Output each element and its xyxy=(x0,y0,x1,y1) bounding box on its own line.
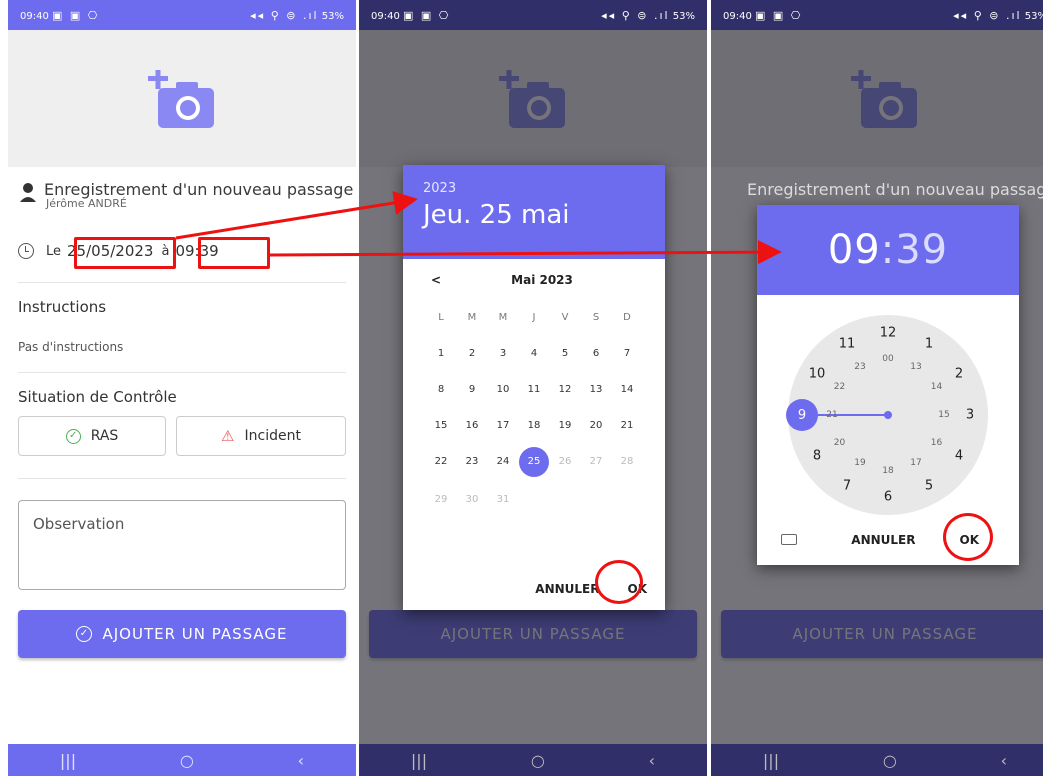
stage: 09:40 ▣ ▣ ⎔ ◂◂ ⚲ ⊜ .ıl 53% Enregistremen… xyxy=(0,0,1043,776)
annotation-arrows xyxy=(175,191,782,265)
arrow-date xyxy=(175,191,418,240)
arrow-time xyxy=(269,240,782,265)
